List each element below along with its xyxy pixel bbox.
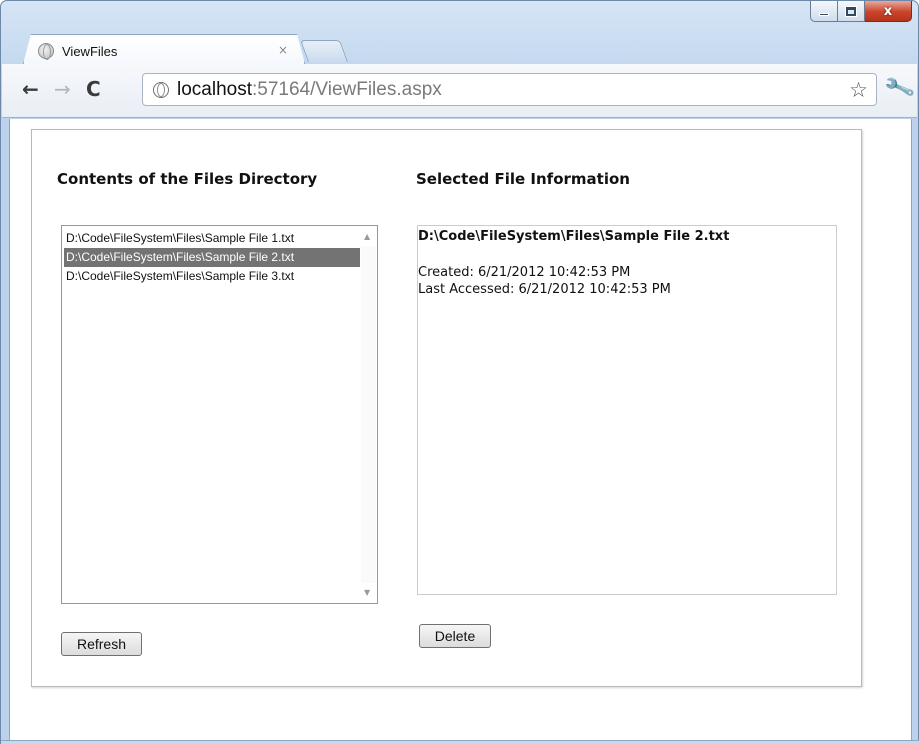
window-bottom-border	[1, 740, 919, 744]
wrench-menu-icon[interactable]: 🔧	[883, 72, 917, 105]
file-info-box: D:\Code\FileSystem\Files\Sample File 2.t…	[417, 225, 837, 595]
reload-icon[interactable]: C	[86, 78, 101, 100]
address-path: :57164/ViewFiles.aspx	[252, 78, 442, 100]
browser-toolbar: ← → C localhost:57164/ViewFiles.aspx ☆ 🔧	[2, 64, 917, 118]
address-url[interactable]: localhost:57164/ViewFiles.aspx	[177, 79, 442, 101]
globe-icon	[38, 43, 54, 59]
new-tab-button[interactable]	[299, 40, 349, 62]
scroll-down-icon[interactable]: ▼	[364, 588, 370, 597]
content-panel: Contents of the Files Directory Selected…	[31, 129, 862, 687]
files-list: D:\Code\FileSystem\Files\Sample File 1.t…	[64, 229, 360, 286]
minimize-button[interactable]	[810, 1, 838, 22]
scroll-track[interactable]	[361, 246, 376, 583]
delete-button[interactable]: Delete	[419, 624, 491, 648]
files-listbox[interactable]: D:\Code\FileSystem\Files\Sample File 1.t…	[61, 225, 378, 604]
file-info-heading: Selected File Information	[416, 170, 630, 188]
window-controls: x	[810, 1, 912, 23]
back-icon[interactable]: ←	[22, 78, 39, 100]
address-bar[interactable]: localhost:57164/ViewFiles.aspx ☆	[142, 73, 877, 106]
bookmark-star-icon[interactable]: ☆	[849, 78, 868, 102]
scroll-up-icon[interactable]: ▲	[364, 232, 370, 241]
page-info-icon	[153, 81, 169, 98]
close-icon: x	[883, 3, 893, 19]
maximize-button[interactable]	[838, 1, 865, 22]
tab-title: ViewFiles	[62, 43, 118, 59]
tab-close-icon[interactable]: ×	[278, 43, 288, 57]
tab-viewfiles[interactable]: ViewFiles ×	[23, 34, 305, 64]
refresh-button[interactable]: Refresh	[61, 632, 142, 656]
accessed-timestamp: Last Accessed: 6/21/2012 10:42:53 PM	[418, 282, 671, 297]
list-item[interactable]: D:\Code\FileSystem\Files\Sample File 3.t…	[64, 267, 360, 286]
browser-window: x ViewFiles × ← → C localhost:57164/View…	[0, 0, 919, 744]
maximize-icon	[845, 5, 857, 17]
address-host: localhost	[177, 78, 252, 100]
list-item[interactable]: D:\Code\FileSystem\Files\Sample File 2.t…	[64, 248, 360, 267]
listbox-scrollbar[interactable]: ▲ ▼	[360, 226, 377, 603]
close-window-button[interactable]: x	[865, 1, 912, 22]
page-viewport: Contents of the Files Directory Selected…	[9, 119, 912, 744]
created-timestamp: Created: 6/21/2012 10:42:53 PM	[418, 265, 631, 280]
list-item[interactable]: D:\Code\FileSystem\Files\Sample File 1.t…	[64, 229, 360, 248]
selected-file-path: D:\Code\FileSystem\Files\Sample File 2.t…	[418, 229, 730, 244]
forward-icon[interactable]: →	[54, 78, 71, 100]
minimize-icon	[819, 12, 829, 16]
files-directory-heading: Contents of the Files Directory	[57, 170, 318, 188]
